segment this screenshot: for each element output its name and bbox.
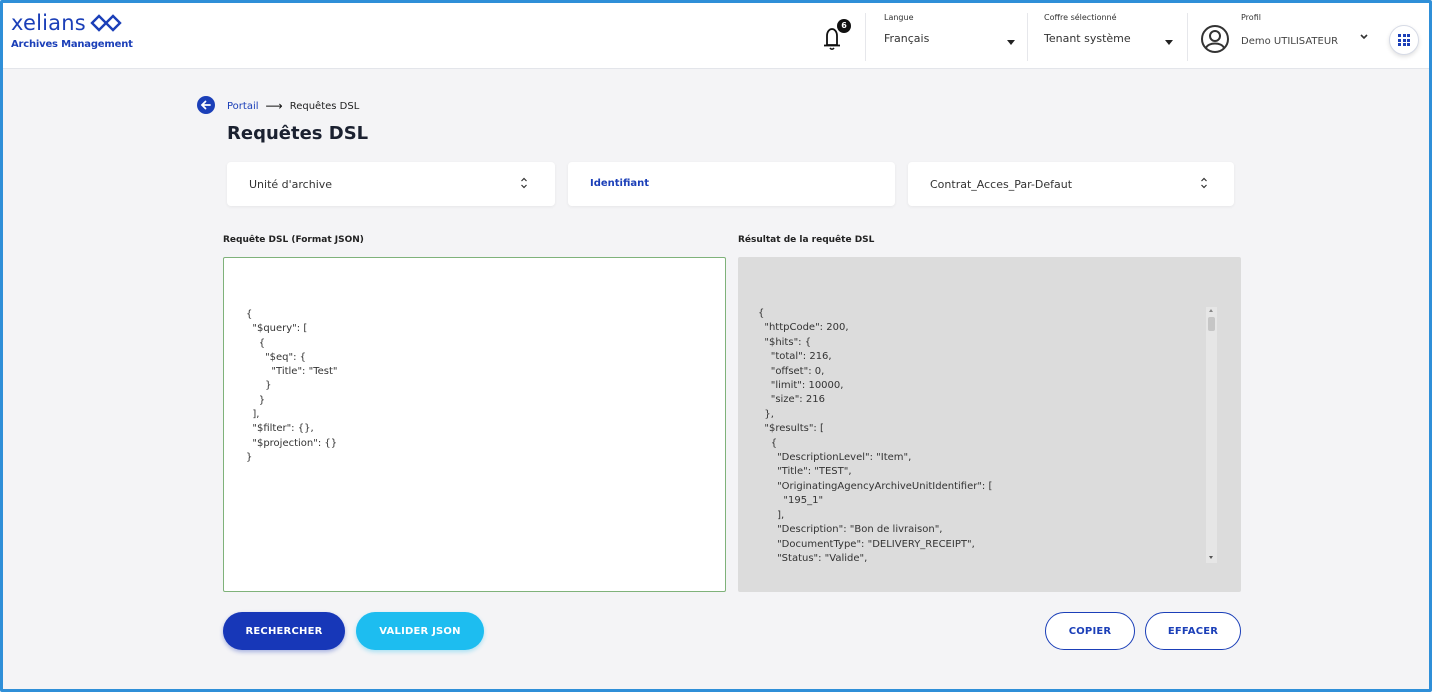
scroll-down-arrow-icon[interactable]: [1209, 556, 1213, 559]
vault-caret-icon: [1165, 40, 1173, 45]
dsl-query-text[interactable]: { "$query": [ { "$eq": { "Title": "Test"…: [246, 308, 338, 465]
header-divider: [1187, 13, 1188, 61]
avatar-icon[interactable]: [1201, 25, 1229, 53]
identifier-label: Identifiant: [590, 178, 650, 189]
breadcrumb-arrow-icon: ⟶: [265, 99, 283, 113]
logo-text: xelians: [11, 11, 86, 35]
arrow-left-icon: [200, 100, 211, 110]
top-bar: xelians Archives Management 6 Langue Fra…: [3, 3, 1429, 69]
header-divider: [1027, 13, 1028, 61]
notification-count-badge: 6: [837, 19, 851, 33]
app-launcher-button[interactable]: [1389, 25, 1419, 55]
validate-json-button[interactable]: VALIDER JSON: [356, 612, 484, 650]
dsl-query-editor[interactable]: { "$query": [ { "$eq": { "Title": "Test"…: [223, 257, 726, 592]
header-divider: [865, 13, 866, 61]
breadcrumb-link-portal[interactable]: Portail: [227, 101, 259, 112]
chevron-down-icon[interactable]: [1359, 33, 1369, 41]
scroll-thumb[interactable]: [1208, 317, 1215, 331]
page-title: Requêtes DSL: [227, 123, 369, 144]
result-scrollbar[interactable]: [1206, 307, 1217, 563]
language-caret-icon: [1007, 40, 1015, 45]
language-label: Langue: [884, 13, 914, 22]
app-window: xelians Archives Management 6 Langue Fra…: [0, 0, 1432, 692]
dsl-result-panel: { "httpCode": 200, "$hits": { "total": 2…: [738, 257, 1241, 592]
vault-select[interactable]: Coffre sélectionné Tenant système: [1044, 13, 1184, 63]
breadcrumb: Portail ⟶ Requêtes DSL: [227, 99, 359, 113]
query-panel-label: Requête DSL (Format JSON): [223, 235, 364, 245]
logo[interactable]: xelians Archives Management: [11, 11, 133, 50]
breadcrumb-current: Requêtes DSL: [289, 100, 360, 112]
profile-label: Profil: [1241, 13, 1261, 22]
profile-name[interactable]: Demo UTILISATEUR: [1241, 36, 1338, 47]
identifier-field[interactable]: Identifiant: [568, 162, 895, 206]
scroll-up-arrow-icon[interactable]: [1209, 309, 1213, 312]
logo-mark-icon: [90, 14, 122, 32]
clear-button[interactable]: EFFACER: [1145, 612, 1241, 650]
result-panel-label: Résultat de la requête DSL: [738, 235, 875, 245]
language-value: Français: [884, 32, 930, 45]
collection-value: Unité d'archive: [249, 178, 333, 191]
language-select[interactable]: Langue Français: [884, 13, 1024, 63]
search-button[interactable]: RECHERCHER: [223, 612, 345, 650]
back-button[interactable]: [197, 96, 215, 114]
copy-button[interactable]: COPIER: [1045, 612, 1135, 650]
access-contract-select[interactable]: Contrat_Acces_Par-Defaut: [908, 162, 1234, 206]
logo-subtitle: Archives Management: [11, 39, 133, 50]
updown-chevron-icon: [1201, 177, 1207, 189]
access-contract-value: Contrat_Acces_Par-Defaut: [930, 178, 1073, 191]
vault-value: Tenant système: [1044, 32, 1131, 45]
collection-select[interactable]: Unité d'archive: [227, 162, 555, 206]
vault-label: Coffre sélectionné: [1044, 13, 1117, 22]
dsl-result-text: { "httpCode": 200, "$hits": { "total": 2…: [758, 308, 993, 564]
updown-chevron-icon: [521, 177, 527, 189]
apps-grid-icon: [1398, 34, 1410, 46]
